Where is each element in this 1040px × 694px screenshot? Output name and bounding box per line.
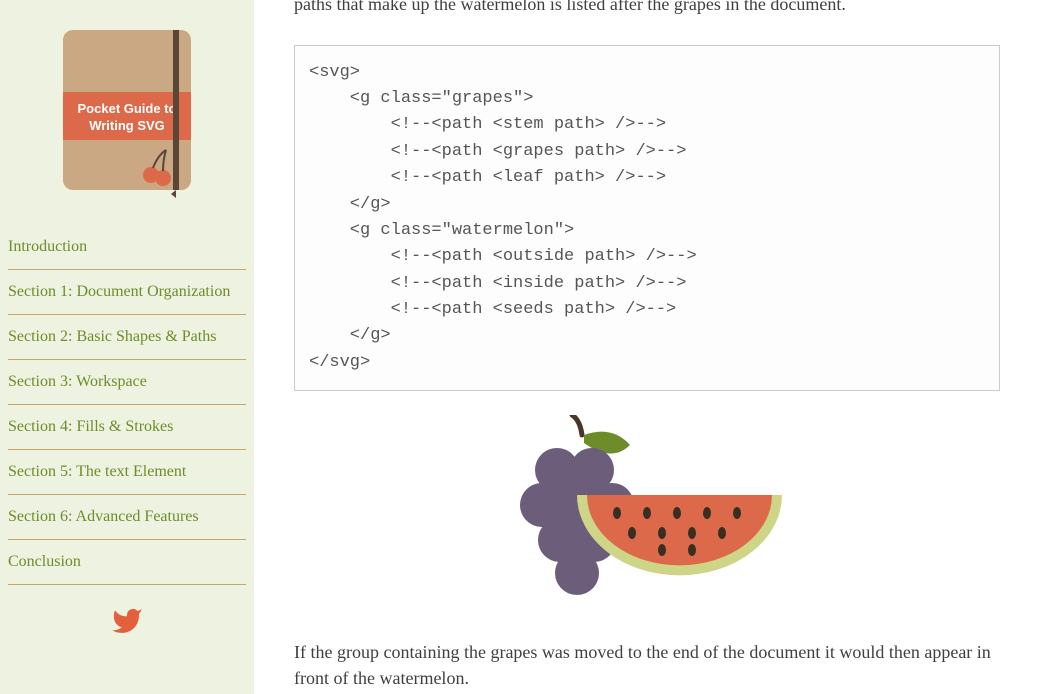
fruit-illustration <box>294 415 1000 615</box>
partial-top-text: paths that make up the watermelon is lis… <box>294 0 1000 19</box>
nav-item-conclusion[interactable]: Conclusion <box>8 540 246 585</box>
code-block-1: <svg> <g class="grapes"> <!--<path <stem… <box>294 45 1000 391</box>
nav-item-section3[interactable]: Section 3: Workspace <box>8 360 246 405</box>
nav-item-introduction[interactable]: Introduction <box>8 225 246 270</box>
book-logo-wrap: Pocket Guide to Writing SVG <box>8 0 246 225</box>
nav-link[interactable]: Section 6: Advanced Features <box>8 495 246 539</box>
nav-link[interactable]: Introduction <box>8 225 246 269</box>
nav-list: Introduction Section 1: Document Organiz… <box>8 225 246 585</box>
nav-link[interactable]: Section 4: Fills & Strokes <box>8 405 246 449</box>
nav-item-section2[interactable]: Section 2: Basic Shapes & Paths <box>8 315 246 360</box>
sidebar: Pocket Guide to Writing SVG Introduction… <box>0 0 254 694</box>
nav-link[interactable]: Section 3: Workspace <box>8 360 246 404</box>
watermelon-icon <box>577 495 782 575</box>
nav-item-section6[interactable]: Section 6: Advanced Features <box>8 495 246 540</box>
svg-text:Pocket Guide to: Pocket Guide to <box>78 101 177 116</box>
twitter-icon <box>111 605 143 637</box>
nav-link[interactable]: Section 2: Basic Shapes & Paths <box>8 315 246 359</box>
nav-link[interactable]: Section 1: Document Organization <box>8 270 246 314</box>
twitter-link[interactable] <box>8 585 246 657</box>
paragraph-1: If the group containing the grapes was m… <box>294 639 1000 691</box>
main-content: paths that make up the watermelon is lis… <box>254 0 1040 694</box>
nav-link[interactable]: Conclusion <box>8 540 246 584</box>
book-logo[interactable]: Pocket Guide to Writing SVG <box>63 20 191 200</box>
nav-link[interactable]: Section 5: The text Element <box>8 450 246 494</box>
nav-item-section1[interactable]: Section 1: Document Organization <box>8 270 246 315</box>
svg-text:Writing SVG: Writing SVG <box>89 118 165 133</box>
nav-item-section4[interactable]: Section 4: Fills & Strokes <box>8 405 246 450</box>
nav-item-section5[interactable]: Section 5: The text Element <box>8 450 246 495</box>
